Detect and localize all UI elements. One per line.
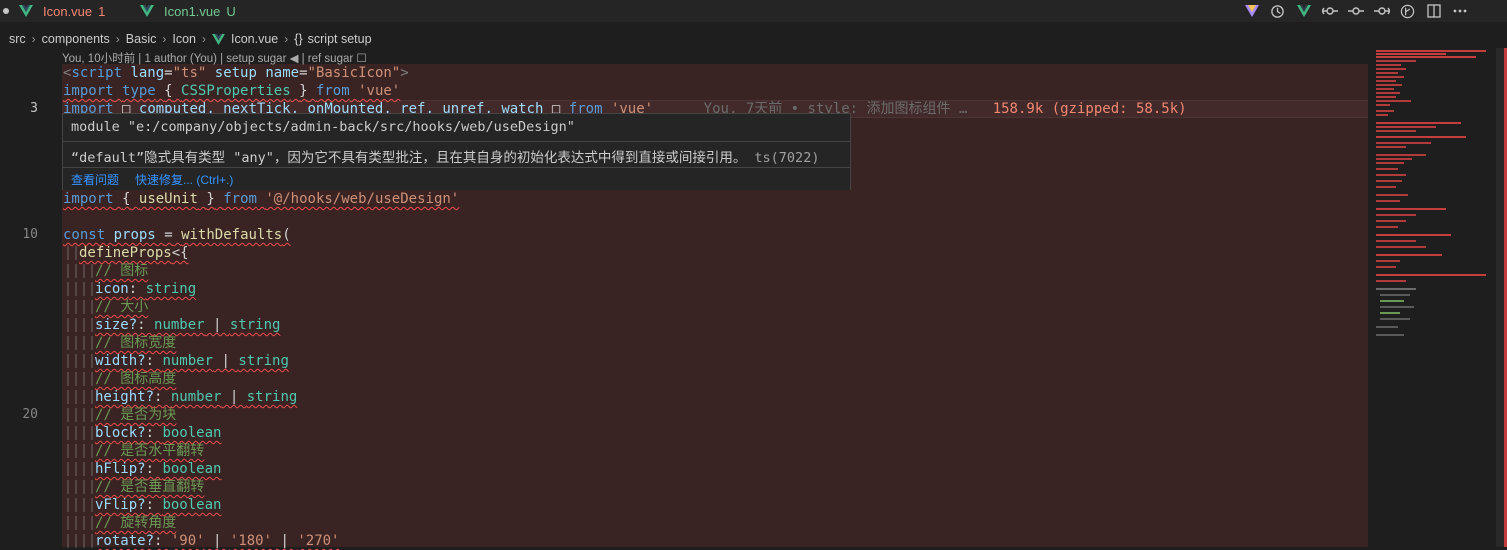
- breadcrumb-item-basic[interactable]: Basic: [126, 32, 157, 46]
- code-line: height?: number | string: [63, 388, 297, 406]
- tab-label: Icon.vue: [43, 3, 93, 19]
- code-line: // 旋转角度: [63, 514, 176, 532]
- line-number: 20: [22, 407, 38, 422]
- breadcrumb-item-file[interactable]: Icon.vue: [231, 32, 278, 46]
- code-line: // 图标: [63, 262, 148, 280]
- breadcrumb: src › components › Basic › Icon › Icon.v…: [9, 30, 372, 48]
- code-line: // 大小: [63, 298, 148, 316]
- breadcrumb-item-components[interactable]: components: [42, 32, 110, 46]
- vue-outline-icon[interactable]: [1294, 2, 1313, 20]
- hover-divider: [63, 141, 850, 142]
- chevron-right-icon: ›: [115, 32, 120, 46]
- breadcrumb-item-icon[interactable]: Icon: [172, 32, 196, 46]
- code-line: hFlip?: boolean: [63, 460, 221, 478]
- import-cost-annotation: 158.9k (gzipped: 58.5k): [992, 101, 1187, 117]
- code-line: import type { CSSProperties } from 'vue': [63, 83, 401, 99]
- code-line: vFlip?: boolean: [63, 496, 221, 514]
- code-line: // 是否水平翻转: [63, 442, 204, 460]
- vue-icon[interactable]: [1242, 2, 1261, 20]
- code-line: // 是否为块: [63, 406, 176, 424]
- line-number-gutter: 3 10 20: [0, 48, 62, 547]
- vue-file-icon: [19, 5, 33, 17]
- vue-file-icon: [140, 5, 154, 17]
- tab-icon1-vue[interactable]: Icon1.vue U: [140, 0, 236, 22]
- code-line: // 是否垂直翻转: [63, 478, 204, 496]
- split-editor-icon[interactable]: [1424, 2, 1443, 20]
- breadcrumb-item-src[interactable]: src: [9, 32, 26, 46]
- history-icon[interactable]: [1268, 2, 1287, 20]
- code-line: size?: number | string: [63, 316, 280, 334]
- go-forward-icon[interactable]: [1372, 2, 1391, 20]
- view-problem-link[interactable]: 查看问题: [71, 171, 119, 188]
- code-line: defineProps<{: [63, 244, 189, 262]
- problem-count: 1: [98, 3, 106, 19]
- code-line: width?: number | string: [63, 352, 289, 370]
- git-commit-icon[interactable]: [1346, 2, 1365, 20]
- code-line: const props = withDefaults(: [63, 227, 291, 243]
- code-line: block?: boolean: [63, 424, 221, 442]
- unsaved-dot-icon: [3, 8, 9, 14]
- breadcrumb-item-symbol[interactable]: script setup: [308, 32, 372, 46]
- line-number: 10: [22, 227, 38, 242]
- tab-bar: Icon.vue 1 Icon1.vue U: [0, 0, 1507, 22]
- chevron-right-icon: ›: [31, 32, 36, 46]
- code-line: <script lang="ts" setup name="BasicIcon"…: [63, 65, 409, 81]
- untracked-badge: U: [226, 3, 236, 19]
- symbol-braces-icon: {}: [294, 32, 303, 46]
- code-line: icon: string: [63, 280, 196, 298]
- code-line: import { useUnit } from '@/hooks/web/use…: [63, 191, 460, 207]
- code-line: rotate?: '90' | '180' | '270': [63, 532, 340, 550]
- error-code: ts(7022): [754, 150, 820, 166]
- git-graph-icon[interactable]: [1398, 2, 1417, 20]
- vertical-scrollbar[interactable]: [1492, 48, 1507, 547]
- vue-file-icon: [212, 33, 225, 45]
- chevron-right-icon: ›: [284, 32, 289, 46]
- tab-label: Icon1.vue: [164, 3, 221, 19]
- go-back-icon[interactable]: [1320, 2, 1339, 20]
- code-line: // 图标宽度: [63, 334, 176, 352]
- more-icon[interactable]: [1450, 2, 1469, 20]
- hover-module-path: module "e:/company/objects/admin-back/sr…: [71, 119, 575, 135]
- chevron-right-icon: ›: [162, 32, 167, 46]
- chevron-right-icon: ›: [202, 32, 206, 46]
- editor-actions: [1242, 2, 1469, 20]
- minimap[interactable]: [1368, 48, 1492, 547]
- quick-fix-link[interactable]: 快速修复... (Ctrl+.): [135, 171, 233, 188]
- code-line: // 图标高度: [63, 370, 176, 388]
- tab-icon-vue[interactable]: Icon.vue 1: [3, 0, 105, 22]
- line-number: 3: [30, 101, 38, 116]
- hover-tooltip: module "e:/company/objects/admin-back/sr…: [62, 113, 851, 190]
- hover-error-message: “default”隐式具有类型 "any"，因为它不具有类型批注，且在其自身的初…: [71, 150, 820, 166]
